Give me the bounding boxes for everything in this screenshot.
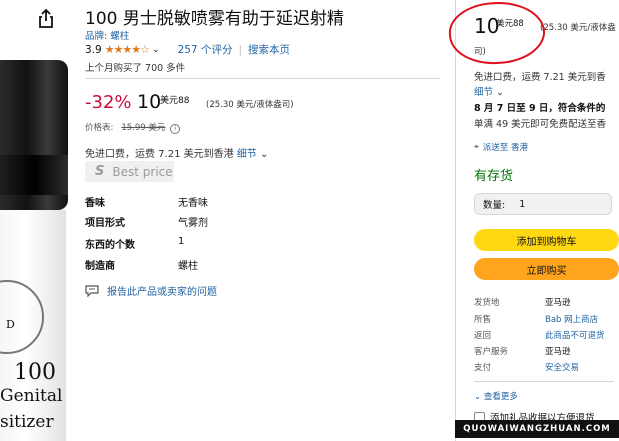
report-issue-link[interactable]: 报告此产品或卖家的问题 <box>85 283 217 298</box>
chevron-down-icon: ⌄ <box>474 392 482 402</box>
spec-key: 项目形式 <box>85 218 125 229</box>
watermark: QUOWAIWANGZHUAN.COM <box>455 420 619 438</box>
returns-link[interactable]: 此商品不可退货 <box>545 329 605 341</box>
price-currency: 美元 <box>160 96 179 106</box>
price-whole: 10 <box>137 91 162 113</box>
buybox-delivery: 免进口费，运费 7.21 美元到香 <box>474 72 606 83</box>
info-value: 亚马逊 <box>545 347 571 357</box>
price-fraction: 美元88 <box>160 93 189 106</box>
rating-row: 3.9 ★★★★☆ ⌄ 257 个评分 | 搜索本页 <box>85 42 290 57</box>
see-more-link[interactable]: ⌄ 查看更多 <box>474 390 518 402</box>
spec-value: 螺柱 <box>178 261 198 272</box>
brand-link[interactable]: 品牌: 螺柱 <box>85 28 129 42</box>
spec-value: 气雾剂 <box>178 218 208 229</box>
quantity-selector[interactable]: 数量: 1 <box>474 193 612 215</box>
bottle-text-2: Genital <box>0 386 63 406</box>
details-link[interactable]: 细节 <box>237 149 257 160</box>
secure-transaction-link[interactable]: 安全交易 <box>545 361 579 373</box>
bottle-text-1: 100 <box>14 360 56 385</box>
info-key: 客户服务 <box>474 347 509 357</box>
info-key: 发货地 <box>474 298 500 308</box>
quantity-label: 数量: <box>483 200 506 211</box>
spec-value: 1 <box>178 236 185 247</box>
ship-to-text: 派送至 香港 <box>482 143 528 153</box>
spec-key: 香味 <box>85 198 105 209</box>
spec-value: 无香味 <box>178 198 208 209</box>
rating-value: 3.9 <box>85 43 102 56</box>
chevron-down-icon[interactable]: ⌄ <box>260 149 268 160</box>
bottle-text-3: sitizer <box>0 412 54 432</box>
info-icon[interactable]: i <box>170 124 181 134</box>
chevron-down-icon[interactable]: ⌄ <box>496 87 504 98</box>
ratings-count-link[interactable]: 257 个评分 <box>178 42 233 57</box>
buybox-details-link[interactable]: 细节 <box>474 87 493 98</box>
buy-box <box>455 0 619 441</box>
buybox-details: 细节 ⌄ <box>474 84 504 98</box>
share-icon[interactable] <box>36 8 56 30</box>
seller-link[interactable]: Bab 网上商店 <box>545 313 598 325</box>
divider: | <box>238 43 242 56</box>
info-key: 支付 <box>474 363 492 373</box>
delivery-text: 免进口费，运费 7.21 美元到香港 <box>85 149 234 160</box>
in-stock-status: 有存货 <box>474 169 514 184</box>
list-price-value: 15.99 美元 <box>121 123 166 133</box>
info-value: 亚马逊 <box>545 298 571 308</box>
report-icon <box>85 284 99 297</box>
delivery-date: 8 月 7 日至 9 日，符合条件的 <box>474 103 606 114</box>
list-price-label: 价格表: <box>85 123 114 133</box>
info-key: 返回 <box>474 331 492 341</box>
best-price-label: Best price <box>112 164 173 179</box>
buybox-unit-price: (25.30 美元/液体盎 <box>540 23 616 33</box>
see-more-text: 查看更多 <box>483 392 518 402</box>
spec-key: 制造商 <box>85 261 115 272</box>
star-rating-icon[interactable]: ★★★★☆ <box>105 43 150 56</box>
bottle-cap <box>0 60 68 210</box>
list-price: 价格表: 15.99 美元 i <box>85 121 181 134</box>
delivery-info: 免进口费，运费 7.21 美元到香港 细节 ⌄ <box>85 145 268 160</box>
bought-count: 上个月购买了 700 多件 <box>85 63 186 74</box>
unit-price: (25.30 美元/液体盎司) <box>206 100 294 110</box>
quantity-value: 1 <box>519 198 526 210</box>
add-to-cart-button[interactable]: 添加到购物车 <box>474 229 619 251</box>
location-pin-icon: ⌖ <box>474 142 479 152</box>
report-issue-text: 报告此产品或卖家的问题 <box>107 287 217 298</box>
spec-key: 东西的个数 <box>85 240 135 251</box>
ship-to-location[interactable]: ⌖ 派送至 香港 <box>474 141 528 153</box>
free-delivery-note: 单满 49 美元即可免费配送至香 <box>474 119 607 130</box>
info-key: 所售 <box>474 315 492 325</box>
best-price-badge: S Best price <box>85 161 174 182</box>
divider <box>474 381 614 382</box>
search-page-link[interactable]: 搜索本页 <box>248 42 290 57</box>
product-title: 100 男士脱敏喷雾有助于延迟射精 <box>85 9 344 29</box>
best-price-logo-icon: S <box>95 164 105 179</box>
buy-now-button[interactable]: 立即购买 <box>474 258 619 280</box>
product-image[interactable]: D 100 Genital sitizer <box>0 60 70 441</box>
price-cents: 88 <box>178 96 190 106</box>
chevron-down-icon[interactable]: ⌄ <box>152 45 160 55</box>
discount-badge: -32% <box>85 92 132 113</box>
divider <box>85 78 440 79</box>
